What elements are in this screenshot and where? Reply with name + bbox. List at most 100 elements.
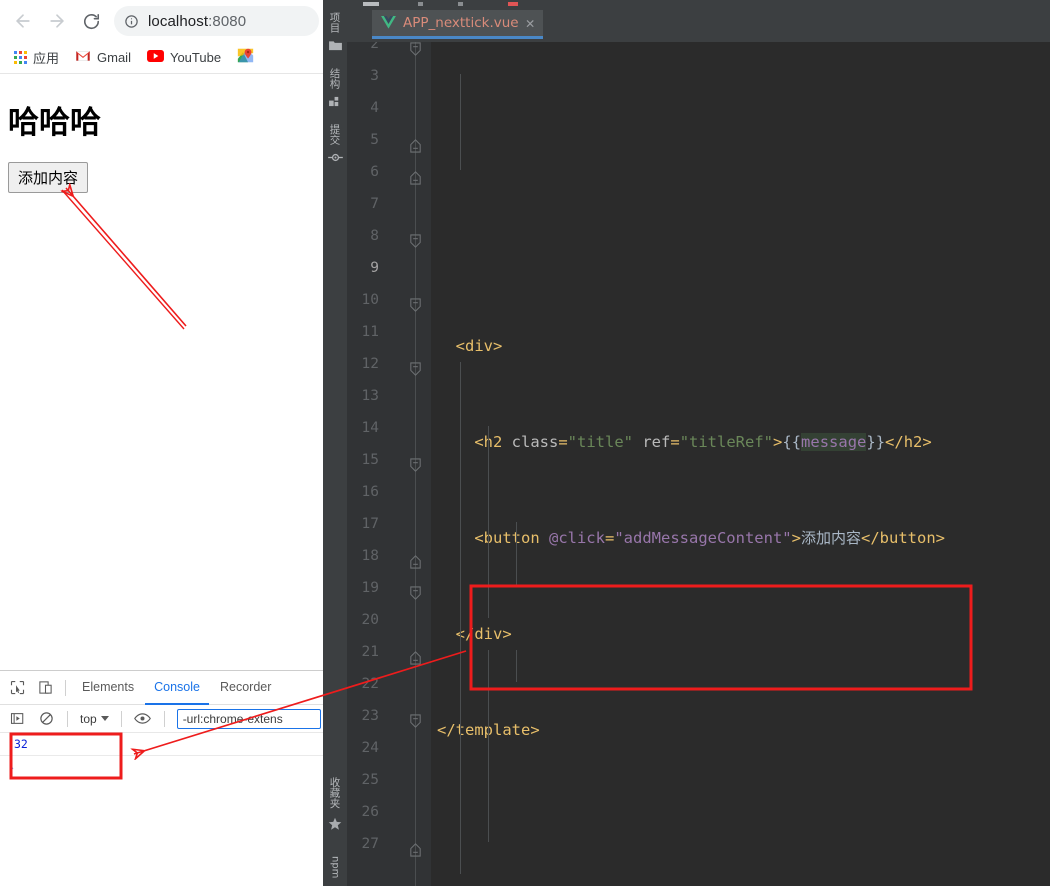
line-number: 14 [361, 420, 379, 436]
device-toolbar-icon[interactable] [32, 675, 58, 701]
back-button[interactable] [6, 4, 40, 38]
live-expression-icon[interactable] [130, 706, 156, 732]
devtools-tabbar: Elements Console Recorder [0, 671, 323, 705]
line-number: 2 [370, 42, 379, 52]
fold-marker-close[interactable] [408, 554, 423, 569]
site-info-icon[interactable] [124, 14, 139, 29]
line-number: 20 [361, 612, 379, 628]
line-number: 5 [370, 132, 379, 148]
line-number: 26 [361, 804, 379, 820]
url-text: localhost:8080 [148, 13, 246, 30]
star-icon[interactable] [328, 817, 342, 831]
execute-icon[interactable] [4, 706, 30, 732]
google-maps-icon [237, 47, 254, 69]
apps-grid-icon [14, 51, 27, 64]
gmail-icon [75, 49, 91, 67]
console-toolbar-divider-3 [163, 710, 165, 727]
fold-marker-open[interactable] [408, 42, 423, 57]
address-bar[interactable]: localhost:8080 [114, 6, 319, 36]
vcs-node-icon[interactable] [327, 152, 343, 163]
bookmark-maps[interactable] [231, 44, 260, 72]
line-number: 23 [361, 708, 379, 724]
indent-guide [488, 426, 489, 618]
bookmark-apps-label: 应用 [33, 51, 60, 66]
blocks-icon[interactable] [328, 96, 342, 107]
forward-button[interactable] [40, 4, 74, 38]
rail-item-npm[interactable]: npm [330, 854, 341, 880]
fold-marker-close[interactable] [408, 138, 423, 153]
line-number: 6 [370, 164, 379, 180]
line-number-current: 9 [370, 260, 379, 276]
line-number: 24 [361, 740, 379, 756]
console-log-row: 32 [0, 733, 323, 756]
code-editor[interactable]: 2 3 4 5 6 7 8 9 10 11 12 13 14 15 16 17 … [347, 42, 1050, 886]
rail-item-project[interactable]: 项目 [328, 10, 343, 35]
console-input-prompt[interactable]: › [0, 756, 323, 779]
bookmark-gmail-label: Gmail [97, 50, 131, 65]
screen-root: localhost:8080 应用 Gmail YouTube 哈哈哈 添加内容… [0, 0, 1050, 886]
rail-item-favorites[interactable]: 收藏夹 [328, 775, 343, 811]
line-number: 21 [361, 644, 379, 660]
line-number: 15 [361, 452, 379, 468]
fold-marker-close[interactable] [408, 650, 423, 665]
add-content-button[interactable]: 添加内容 [8, 162, 89, 193]
clear-console-icon[interactable] [33, 706, 59, 732]
devtools-panel: Elements Console Recorder top -url:chrom… [0, 670, 323, 886]
indent-guide [516, 650, 517, 682]
fold-marker-close[interactable] [408, 842, 423, 857]
console-toolbar: top -url:chrome-extens [0, 705, 323, 733]
inspect-element-icon[interactable] [4, 675, 30, 701]
code-line-3: <h2 class="title" ref="titleRef">{{messa… [437, 433, 932, 451]
bookmark-apps[interactable]: 应用 [8, 45, 65, 70]
rail-item-structure[interactable]: 结构 [328, 66, 343, 91]
console-context-selector[interactable]: top [76, 712, 113, 726]
chrome-browser-window: localhost:8080 应用 Gmail YouTube 哈哈哈 添加内容… [0, 0, 323, 886]
fold-marker-open[interactable] [408, 298, 423, 313]
toolbar-divider [65, 679, 66, 696]
code-line-5: </div> [437, 625, 512, 643]
line-number: 3 [370, 68, 379, 84]
folder-icon[interactable] [328, 40, 342, 51]
code-line-4: <button @click="addMessageContent">添加内容<… [437, 529, 945, 547]
console-filter-input[interactable]: -url:chrome-extens [176, 708, 321, 729]
close-icon[interactable]: ✕ [526, 15, 535, 31]
fold-marker-close[interactable] [408, 170, 423, 185]
fold-marker-open[interactable] [408, 586, 423, 601]
bookmark-gmail[interactable]: Gmail [69, 46, 137, 70]
line-number: 7 [370, 196, 379, 212]
bookmark-youtube-label: YouTube [169, 50, 222, 65]
fold-marker-open[interactable] [408, 714, 423, 729]
fold-marker-open[interactable] [408, 458, 423, 473]
bookmark-youtube[interactable]: YouTube [141, 46, 227, 70]
tab-recorder[interactable]: Recorder [211, 671, 280, 705]
rail-item-commit[interactable]: 提交 [328, 122, 343, 147]
line-number: 17 [361, 516, 379, 532]
fold-marker-open[interactable] [408, 234, 423, 249]
vue-logo-icon [381, 14, 396, 33]
tab-elements[interactable]: Elements [73, 671, 143, 705]
code-line-2: <div> [437, 337, 503, 355]
toolbar-marker-2 [418, 2, 423, 6]
toolbar-marker-1 [363, 2, 379, 6]
indent-guide [488, 650, 489, 842]
console-toolbar-divider-2 [120, 710, 122, 727]
fold-marker-open[interactable] [408, 362, 423, 377]
indent-guide [516, 522, 517, 586]
line-number: 10 [361, 292, 379, 308]
chevron-down-icon [100, 716, 109, 721]
console-context-label: top [80, 711, 97, 726]
reload-button[interactable] [74, 4, 108, 38]
code-content[interactable]: <div> <h2 class="title" ref="titleRef">{… [431, 42, 1050, 886]
editor-tab-app-nexttick[interactable]: APP_nexttick.vue ✕ [372, 10, 543, 39]
line-number: 12 [361, 356, 379, 372]
ide-top-toolbar-strip [323, 0, 1050, 10]
url-port: :8080 [208, 12, 247, 30]
toolbar-marker-4 [508, 2, 518, 6]
tab-console[interactable]: Console [145, 671, 209, 705]
line-number: 16 [361, 484, 379, 500]
line-number: 19 [361, 580, 379, 596]
editor-gutter[interactable]: 2 3 4 5 6 7 8 9 10 11 12 13 14 15 16 17 … [347, 42, 431, 886]
line-number: 4 [370, 100, 379, 116]
indent-guide [460, 362, 461, 874]
bookmarks-bar: 应用 Gmail YouTube [0, 42, 323, 74]
